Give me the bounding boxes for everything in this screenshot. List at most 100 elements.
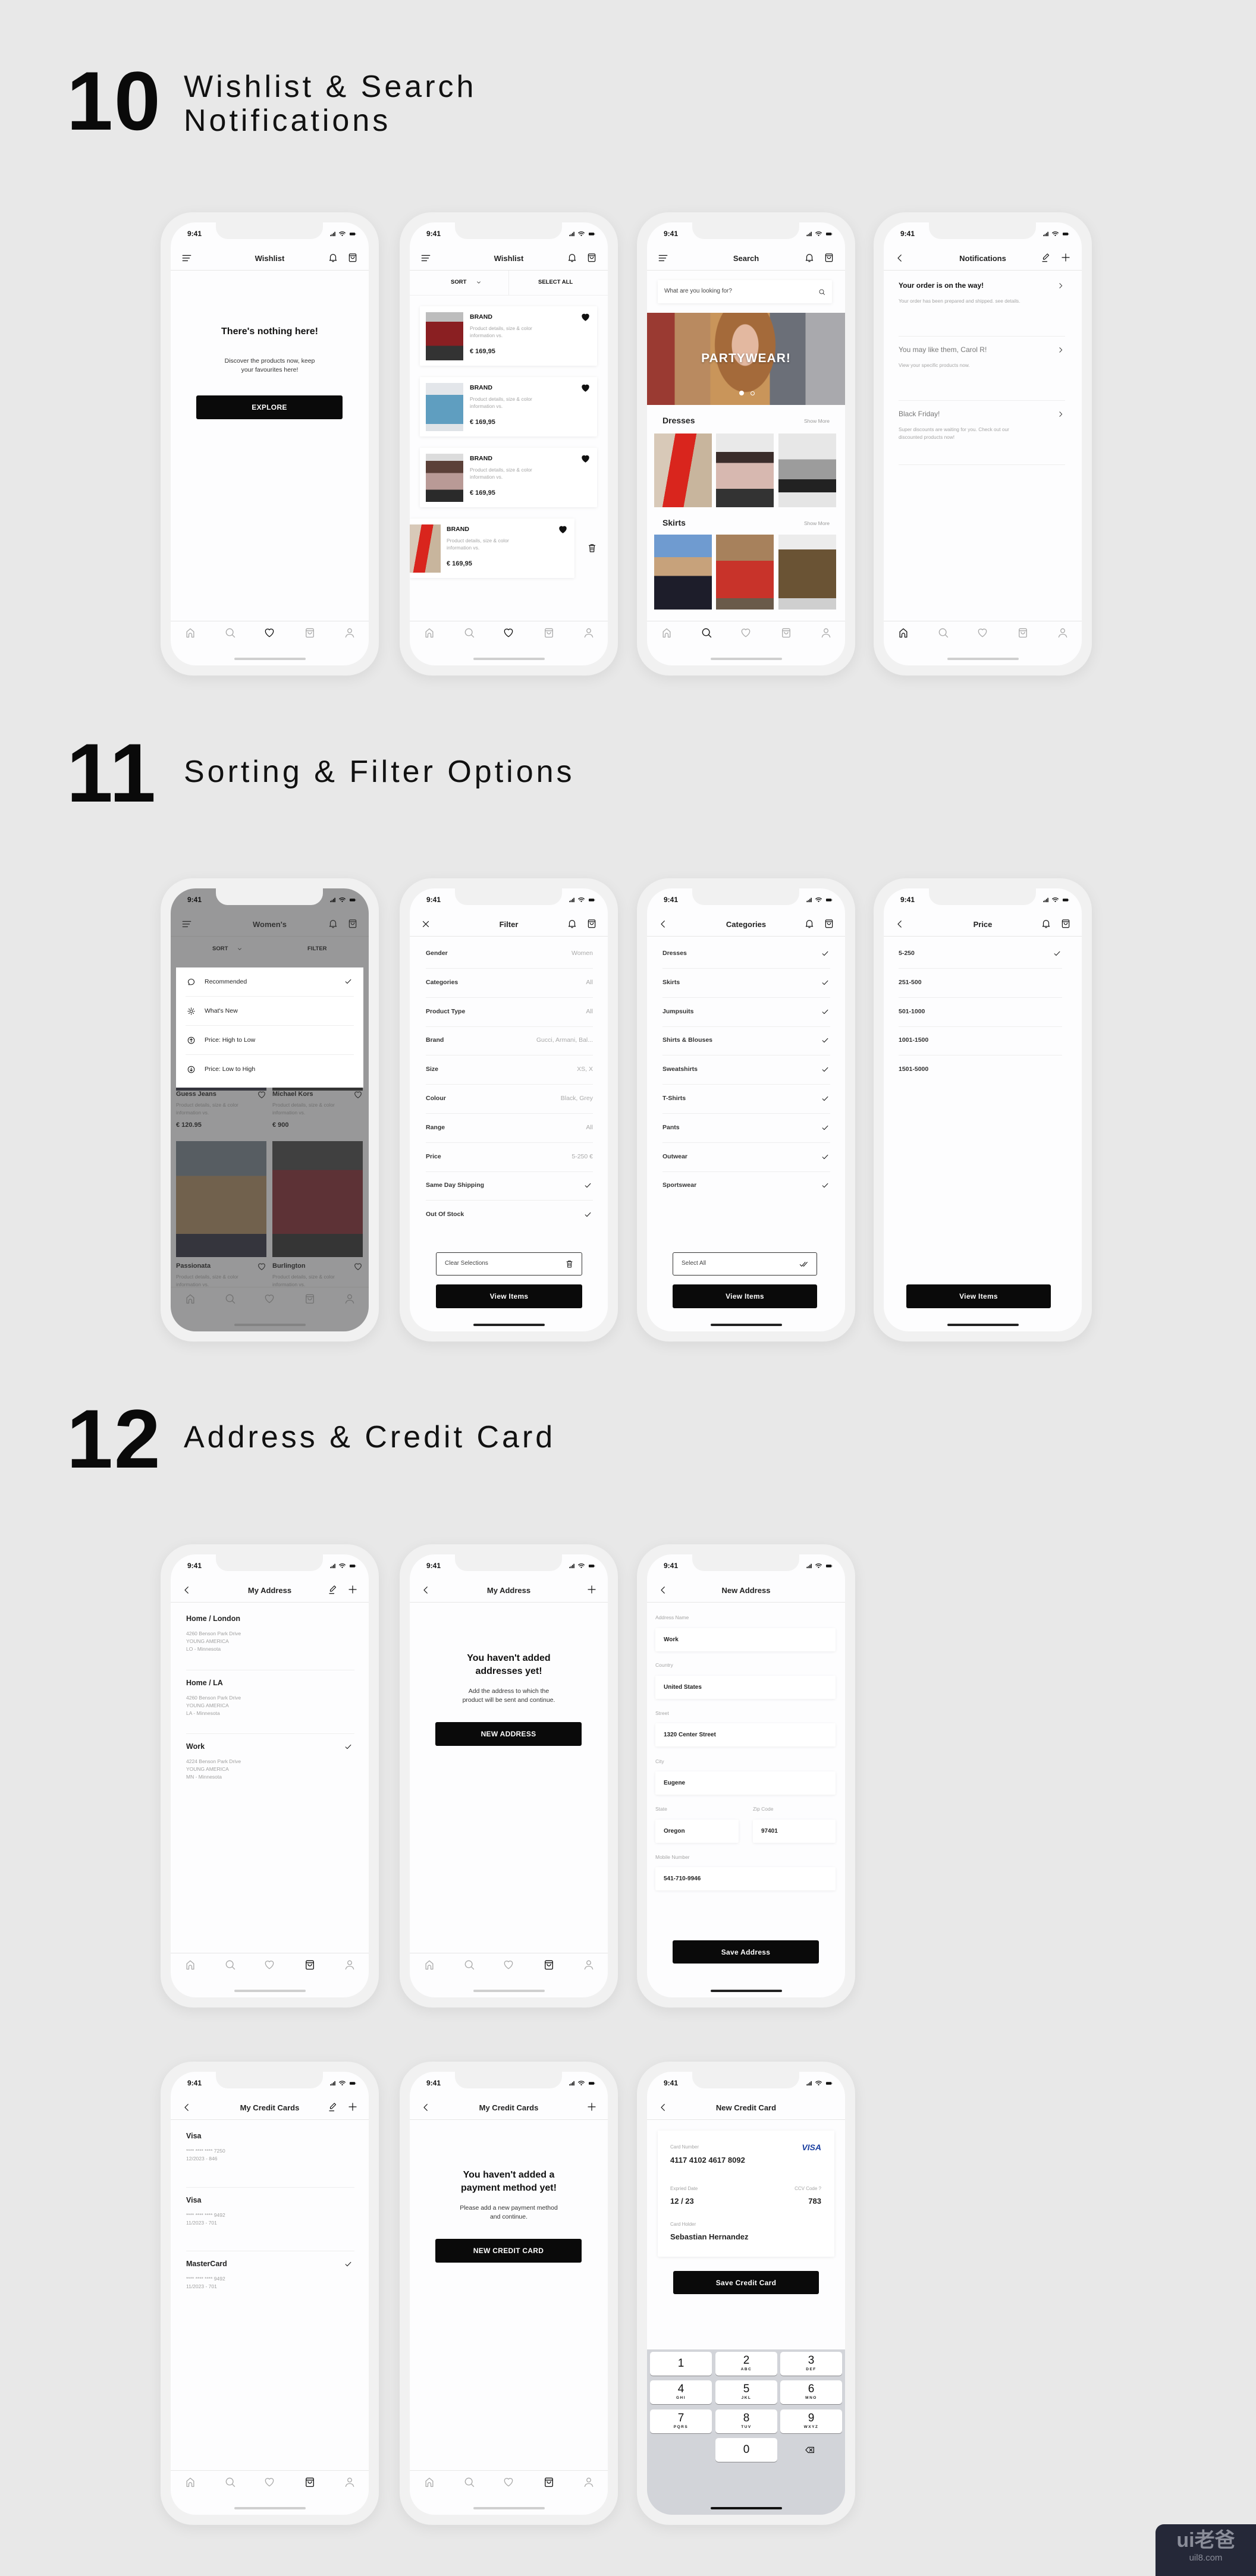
saved-item[interactable]: Home / LA 4260 Benson Park Drive YOUNG AME…	[186, 1679, 354, 1738]
search-icon[interactable]	[818, 288, 825, 296]
tab-heart-icon[interactable]	[740, 627, 752, 639]
wishlist-item[interactable]: BRAND Product details, size & color inform…	[420, 448, 597, 507]
save-address-button[interactable]: Save Address	[673, 1940, 819, 1964]
keypad-key[interactable]: 6 MNO	[780, 2380, 842, 2404]
keypad-key[interactable]: 5 JKL	[715, 2380, 777, 2404]
list-row[interactable]: 251-500	[899, 969, 1062, 998]
tab-bag-icon[interactable]	[780, 627, 792, 639]
tab-user-icon[interactable]	[820, 627, 832, 639]
keypad-key[interactable]: 0	[715, 2438, 777, 2462]
address-field[interactable]: Eugene	[655, 1771, 836, 1795]
product-image[interactable]	[716, 535, 774, 610]
list-row[interactable]: Size XS, X	[426, 1055, 593, 1085]
tab-search-icon[interactable]	[937, 627, 949, 639]
tab-bag-icon[interactable]	[543, 627, 555, 639]
tab-bag-icon[interactable]	[543, 2476, 555, 2488]
card-holder-field[interactable]: Sebastian Hernandez	[670, 2232, 749, 2242]
list-row[interactable]: Categories All	[426, 969, 593, 998]
view-items-button[interactable]: View Items	[436, 1284, 582, 1308]
bag-icon[interactable]	[824, 252, 834, 263]
heart-filled-icon[interactable]	[558, 524, 568, 535]
list-row[interactable]: Out Of Stock	[426, 1201, 593, 1229]
tab-user-icon[interactable]	[1057, 627, 1069, 639]
bell-icon[interactable]	[328, 252, 338, 263]
list-row[interactable]: Price 5-250 €	[426, 1143, 593, 1172]
explore-button[interactable]: EXPLORE	[196, 395, 343, 419]
tab-bag-icon[interactable]	[304, 627, 316, 639]
sort-option[interactable]: Recommended	[176, 967, 363, 997]
tab-search-icon[interactable]	[701, 627, 712, 639]
tab-user-icon[interactable]	[583, 627, 595, 639]
product-image[interactable]	[654, 433, 712, 507]
address-field[interactable]: United States	[655, 1676, 836, 1699]
tab-heart-icon[interactable]	[503, 627, 514, 639]
list-row[interactable]: Product Type All	[426, 998, 593, 1027]
sort-button[interactable]: SORT	[410, 271, 509, 295]
chevron-right-icon[interactable]	[1057, 410, 1065, 418]
show-more-link[interactable]: Show More	[804, 520, 830, 527]
view-items-button[interactable]: View Items	[673, 1284, 817, 1308]
product-image[interactable]	[778, 433, 836, 507]
tab-home-icon[interactable]	[423, 1959, 435, 1971]
tab-bag-icon[interactable]	[543, 1959, 555, 1971]
tab-home-icon[interactable]	[897, 627, 909, 639]
list-row[interactable]: 5-250	[899, 940, 1062, 969]
list-row[interactable]: T-Shirts	[662, 1085, 830, 1114]
product-image[interactable]	[716, 433, 774, 507]
sort-option[interactable]: Price: High to Low	[176, 1026, 363, 1055]
list-row[interactable]: Pants	[662, 1114, 830, 1143]
plus-icon[interactable]	[347, 1584, 358, 1595]
keypad-key[interactable]: 4 GHI	[650, 2380, 712, 2404]
tab-bag-icon[interactable]	[304, 2476, 316, 2488]
saved-item[interactable]: Visa **** **** **** 7250 12/2023 - 846	[186, 2132, 354, 2191]
backspace-icon[interactable]	[803, 2445, 817, 2455]
tab-heart-icon[interactable]	[503, 2476, 514, 2488]
keypad-key[interactable]: 9 WXYZ	[780, 2409, 842, 2433]
promo-banner[interactable]: PARTYWEAR!	[647, 313, 845, 405]
list-row[interactable]: 1501-5000	[899, 1055, 1062, 1084]
list-row[interactable]: Skirts	[662, 969, 830, 998]
carousel-dot[interactable]	[751, 391, 755, 395]
list-row[interactable]: Brand Gucci, Armani, Bal...	[426, 1026, 593, 1056]
save-credit-card-button[interactable]: Save Credit Card	[673, 2271, 819, 2294]
tab-user-icon[interactable]	[583, 1959, 595, 1971]
tab-user-icon[interactable]	[344, 2476, 356, 2488]
list-row[interactable]: 1001-1500	[899, 1026, 1062, 1056]
trash-icon[interactable]	[587, 543, 597, 553]
tab-heart-icon[interactable]	[976, 627, 988, 639]
bag-icon[interactable]	[347, 252, 358, 263]
list-row[interactable]: Same Day Shipping	[426, 1171, 593, 1201]
ccv-field[interactable]: 783	[808, 2197, 821, 2206]
chevron-right-icon[interactable]	[1057, 346, 1065, 354]
tab-home-icon[interactable]	[184, 2476, 196, 2488]
bell-icon[interactable]	[804, 918, 815, 929]
bell-icon[interactable]	[804, 252, 815, 263]
wishlist-item[interactable]: BRAND Product details, size & color inform…	[410, 519, 574, 578]
keypad-key[interactable]: 2 ABC	[715, 2352, 777, 2376]
list-row[interactable]: Shirts & Blouses	[662, 1026, 830, 1056]
saved-item[interactable]: MasterCard **** **** **** 9492 11/2023 - 7…	[186, 2260, 354, 2319]
sort-option[interactable]: What's New	[176, 997, 363, 1026]
notification-item[interactable]: Black Friday! Super discounts are waiting…	[899, 410, 1065, 464]
saved-item[interactable]: Home / London 4260 Benson Park Drive YOUNG…	[186, 1614, 354, 1674]
tab-search-icon[interactable]	[224, 1959, 236, 1971]
tab-home-icon[interactable]	[184, 1959, 196, 1971]
search-input[interactable]: What are you looking for?	[658, 280, 832, 303]
address-field[interactable]: Oregon	[655, 1820, 739, 1843]
heart-filled-icon[interactable]	[580, 312, 591, 322]
clear-selections-button[interactable]: Clear Selections	[436, 1252, 582, 1276]
tab-search-icon[interactable]	[463, 627, 475, 639]
bell-icon[interactable]	[567, 918, 577, 929]
keypad-key[interactable]: 3 DEF	[780, 2352, 842, 2376]
list-row[interactable]: Dresses	[662, 940, 830, 969]
tab-user-icon[interactable]	[344, 627, 356, 639]
list-row[interactable]: Gender Women	[426, 940, 593, 969]
saved-item[interactable]: Visa **** **** **** 9492 11/2023 - 701	[186, 2196, 354, 2255]
product-image[interactable]	[778, 535, 836, 610]
view-items-button[interactable]: View Items	[906, 1284, 1051, 1308]
plus-icon[interactable]	[586, 2101, 597, 2112]
heart-filled-icon[interactable]	[580, 454, 591, 464]
edit-icon[interactable]	[328, 1584, 338, 1595]
notification-item[interactable]: Your order is on the way! Your order has …	[899, 281, 1065, 336]
saved-item[interactable]: Work 4224 Benson Park Drive YOUNG AMERICA M…	[186, 1742, 354, 1802]
